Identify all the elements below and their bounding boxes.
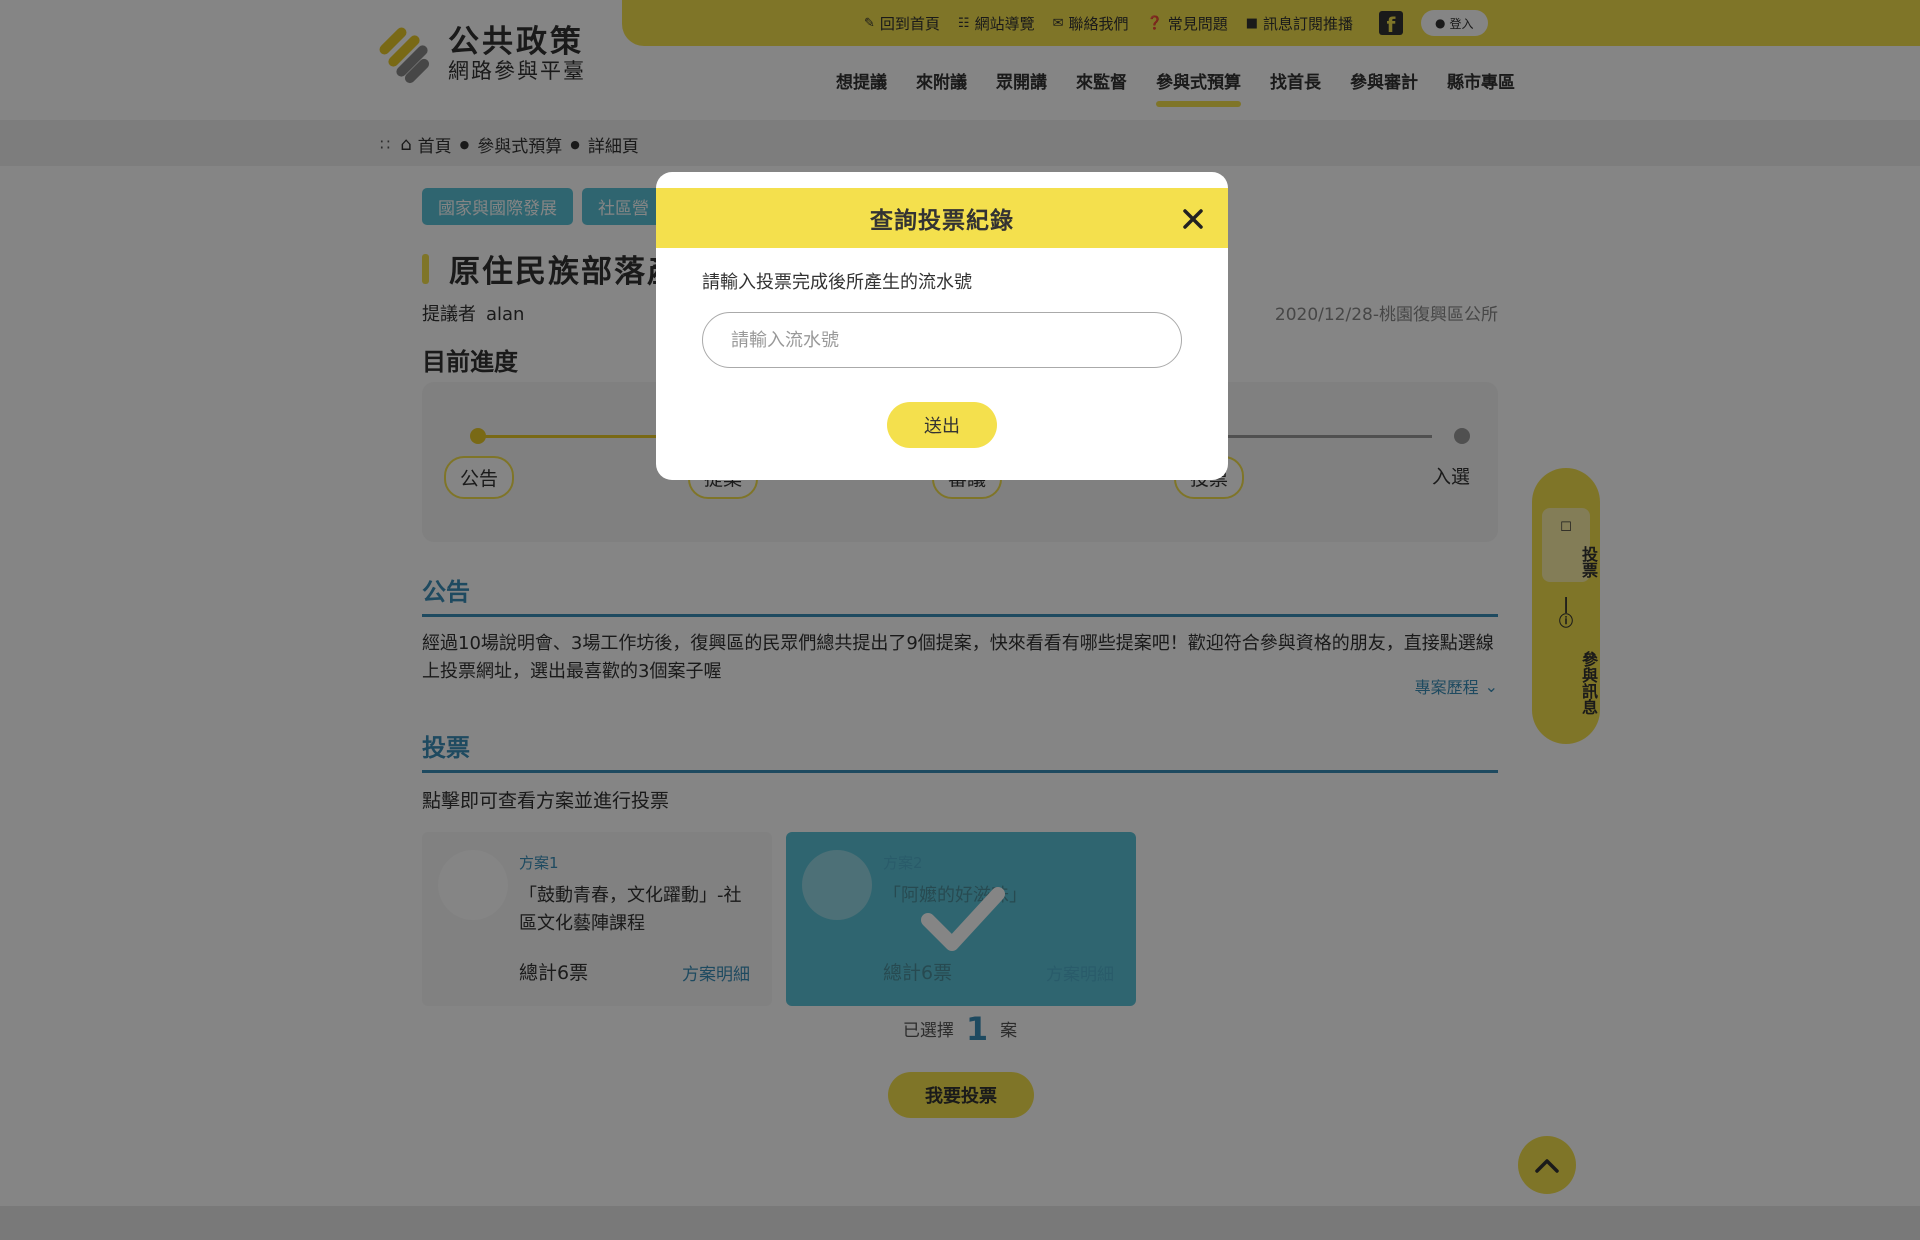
serial-number-label: 請輸入投票完成後所產生的流水號 [702, 272, 972, 293]
dialog-title: 查詢投票紀錄 [870, 208, 1014, 234]
vote-record-dialog: 查詢投票紀錄 請輸入投票完成後所產生的流水號 送出 [656, 172, 1228, 480]
close-icon[interactable] [1180, 206, 1206, 232]
serial-number-input[interactable] [702, 312, 1182, 368]
dialog-header: 查詢投票紀錄 [656, 188, 1228, 248]
submit-button[interactable]: 送出 [887, 402, 997, 448]
